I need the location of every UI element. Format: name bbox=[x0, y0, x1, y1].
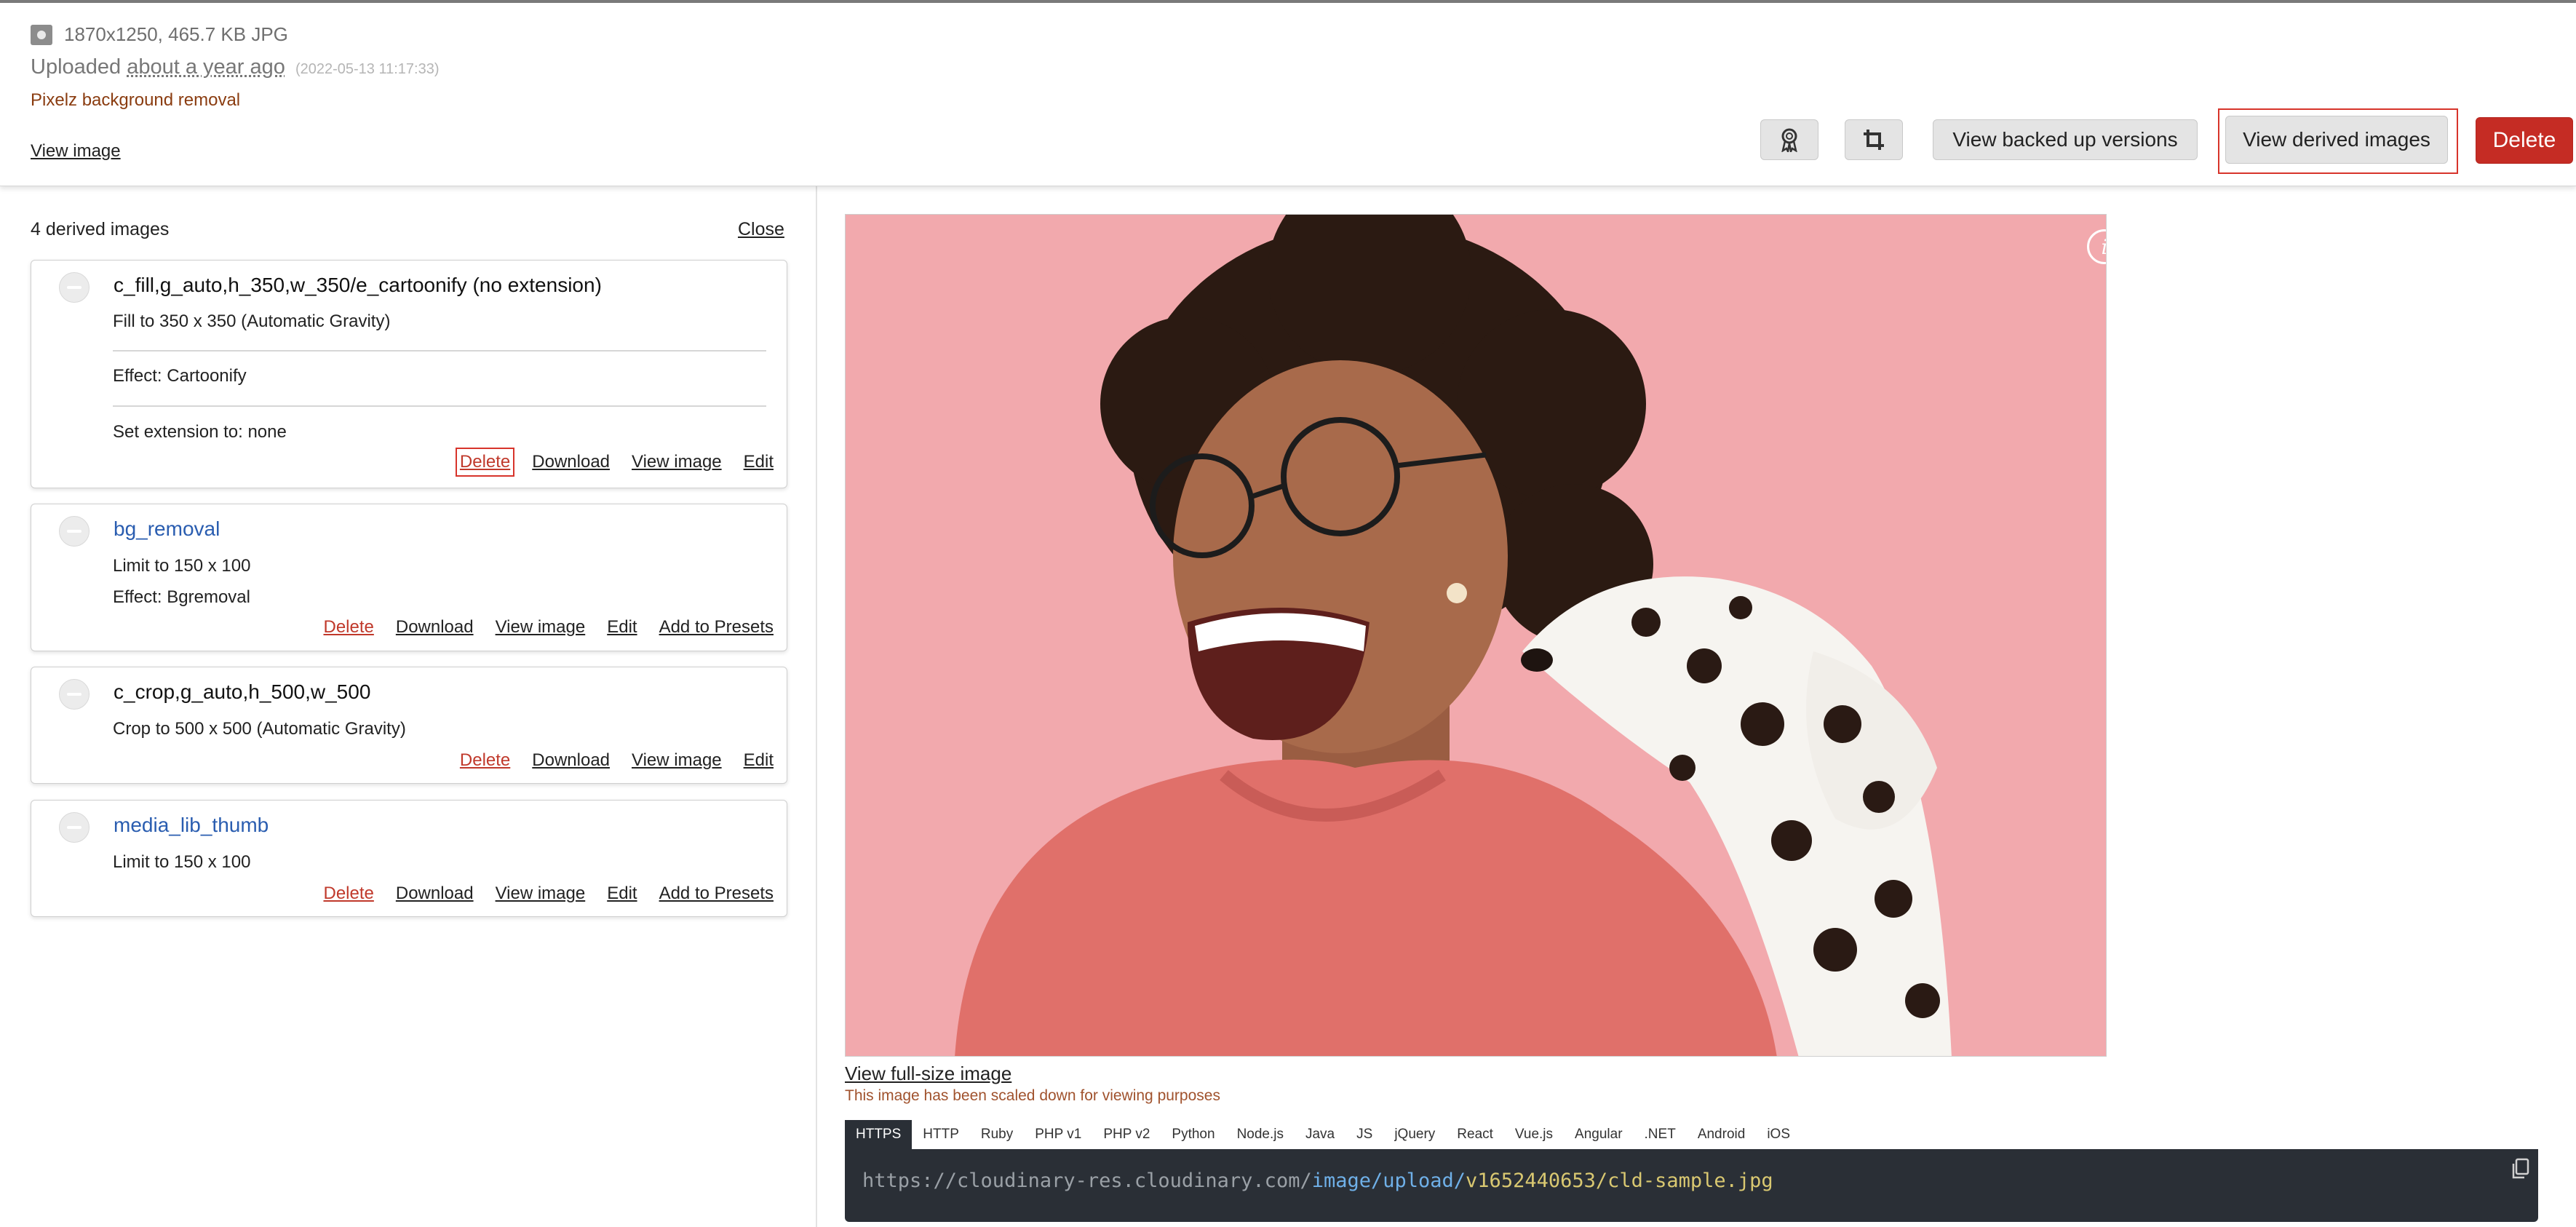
derived-actions: Delete Download View image Edit bbox=[460, 750, 774, 771]
derived-actions: Delete Download View image Edit Add to P… bbox=[323, 883, 774, 904]
derived-actions: Delete Download View image Edit bbox=[455, 448, 774, 477]
tab-python[interactable]: Python bbox=[1161, 1120, 1225, 1149]
close-derived-link[interactable]: Close bbox=[738, 219, 784, 240]
asset-url[interactable]: https://cloudinary-res.cloudinary.com/im… bbox=[862, 1170, 1773, 1192]
divider bbox=[113, 350, 766, 352]
url-domain: https://cloudinary-res.cloudinary.com/ bbox=[862, 1170, 1312, 1192]
tab-android[interactable]: Android bbox=[1687, 1120, 1757, 1149]
download-link[interactable]: Download bbox=[532, 452, 610, 472]
derived-images-panel: 4 derived images Close c_fill,g_auto,h_3… bbox=[0, 186, 817, 1227]
derived-card: bg_removal Limit to 150 x 100 Effect: Bg… bbox=[31, 504, 787, 651]
derived-detail: Crop to 500 x 500 (Automatic Gravity) bbox=[113, 719, 406, 739]
derived-detail: Limit to 150 x 100 bbox=[113, 556, 251, 576]
edit-link[interactable]: Edit bbox=[607, 617, 637, 638]
tab-react[interactable]: React bbox=[1446, 1120, 1504, 1149]
view-full-size-link[interactable]: View full-size image bbox=[845, 1063, 1011, 1085]
tab-js[interactable]: JS bbox=[1345, 1120, 1383, 1149]
edit-link[interactable]: Edit bbox=[607, 883, 637, 904]
derived-card: c_crop,g_auto,h_500,w_500 Crop to 500 x … bbox=[31, 667, 787, 784]
image-file-icon bbox=[31, 24, 52, 45]
view-derived-images-button[interactable]: View derived images bbox=[2225, 116, 2448, 164]
crop-icon bbox=[1864, 130, 1884, 150]
edit-link[interactable]: Edit bbox=[744, 452, 774, 472]
derived-title: c_fill,g_auto,h_350,w_350/e_cartoonify (… bbox=[114, 274, 602, 296]
remove-icon[interactable] bbox=[59, 516, 90, 547]
url-file: v1652440653/cld-sample.jpg bbox=[1466, 1170, 1773, 1192]
upload-info: Uploaded about a year ago (2022-05-13 11… bbox=[31, 55, 440, 79]
tab-php-v1[interactable]: PHP v1 bbox=[1024, 1120, 1092, 1149]
remove-icon[interactable] bbox=[59, 272, 90, 303]
tab-php-v2[interactable]: PHP v2 bbox=[1092, 1120, 1161, 1149]
divider bbox=[113, 405, 766, 407]
file-meta: 1870x1250, 465.7 KB JPG bbox=[31, 23, 288, 46]
edit-link[interactable]: Edit bbox=[744, 750, 774, 771]
award-icon bbox=[1781, 128, 1797, 152]
delete-derived-link[interactable]: Delete bbox=[323, 883, 373, 904]
tab-dotnet[interactable]: .NET bbox=[1634, 1120, 1687, 1149]
file-info: 1870x1250, 465.7 KB JPG bbox=[64, 23, 288, 45]
url-code-block: https://cloudinary-res.cloudinary.com/im… bbox=[845, 1149, 2538, 1222]
derived-detail: Limit to 150 x 100 bbox=[113, 852, 251, 872]
download-link[interactable]: Download bbox=[396, 617, 474, 638]
preview-panel: i View full-size image This image has be… bbox=[817, 186, 2576, 1227]
view-backed-up-versions-button[interactable]: View backed up versions bbox=[1933, 119, 2198, 160]
tab-vuejs[interactable]: Vue.js bbox=[1504, 1120, 1564, 1149]
scaled-note: This image has been scaled down for view… bbox=[845, 1087, 1220, 1104]
view-image-link[interactable]: View image bbox=[31, 141, 121, 162]
derived-detail: Effect: Cartoonify bbox=[113, 366, 247, 386]
delete-derived-link[interactable]: Delete bbox=[323, 617, 373, 638]
tab-java[interactable]: Java bbox=[1295, 1120, 1345, 1149]
derived-card: c_fill,g_auto,h_350,w_350/e_cartoonify (… bbox=[31, 260, 787, 488]
uploaded-ago: about a year ago bbox=[127, 55, 285, 79]
tab-jquery[interactable]: jQuery bbox=[1383, 1120, 1446, 1149]
tab-https[interactable]: HTTPS bbox=[845, 1120, 913, 1149]
addon-label: Pixelz background removal bbox=[31, 90, 241, 110]
derived-detail: Fill to 350 x 350 (Automatic Gravity) bbox=[113, 311, 391, 331]
derived-detail: Set extension to: none bbox=[113, 422, 287, 442]
view-image-link[interactable]: View image bbox=[496, 883, 586, 904]
photo-illustration bbox=[846, 215, 2106, 1056]
copy-icon[interactable] bbox=[2511, 1158, 2530, 1180]
derived-count: 4 derived images bbox=[31, 219, 170, 239]
delete-derived-link[interactable]: Delete bbox=[455, 448, 515, 477]
derived-card: media_lib_thumb Limit to 150 x 100 Delet… bbox=[31, 800, 787, 917]
tab-http[interactable]: HTTP bbox=[912, 1120, 970, 1149]
derived-title[interactable]: bg_removal bbox=[114, 517, 220, 541]
tab-ios[interactable]: iOS bbox=[1756, 1120, 1801, 1149]
derived-detail: Effect: Bgremoval bbox=[113, 587, 250, 607]
download-link[interactable]: Download bbox=[396, 883, 474, 904]
add-to-presets-link[interactable]: Add to Presets bbox=[659, 883, 774, 904]
add-to-presets-link[interactable]: Add to Presets bbox=[659, 617, 774, 638]
view-image-link[interactable]: View image bbox=[496, 617, 586, 638]
tab-nodejs[interactable]: Node.js bbox=[1226, 1120, 1295, 1149]
tab-ruby[interactable]: Ruby bbox=[970, 1120, 1024, 1149]
uploaded-timestamp: (2022-05-13 11:17:33) bbox=[295, 61, 440, 77]
remove-icon[interactable] bbox=[59, 679, 90, 710]
crop-button[interactable] bbox=[1845, 119, 1903, 160]
download-link[interactable]: Download bbox=[532, 750, 610, 771]
asset-preview-image: i bbox=[845, 214, 2107, 1057]
remove-icon[interactable] bbox=[59, 812, 90, 843]
view-image-link[interactable]: View image bbox=[632, 750, 722, 771]
url-path: image/upload/ bbox=[1311, 1170, 1466, 1192]
delete-asset-button[interactable]: Delete bbox=[2476, 117, 2573, 164]
derived-actions: Delete Download View image Edit Add to P… bbox=[323, 617, 774, 638]
tab-angular[interactable]: Angular bbox=[1564, 1120, 1634, 1149]
derived-title: c_crop,g_auto,h_500,w_500 bbox=[114, 680, 371, 703]
delete-derived-link[interactable]: Delete bbox=[460, 750, 510, 771]
uploaded-prefix: Uploaded bbox=[31, 55, 122, 79]
asset-header: 1870x1250, 465.7 KB JPG Uploaded about a… bbox=[0, 3, 2576, 186]
view-image-link[interactable]: View image bbox=[632, 452, 722, 472]
derived-title[interactable]: media_lib_thumb bbox=[114, 814, 269, 837]
sdk-tabs: HTTPS HTTP Ruby PHP v1 PHP v2 Python Nod… bbox=[845, 1120, 1801, 1149]
award-button[interactable] bbox=[1760, 119, 1818, 160]
